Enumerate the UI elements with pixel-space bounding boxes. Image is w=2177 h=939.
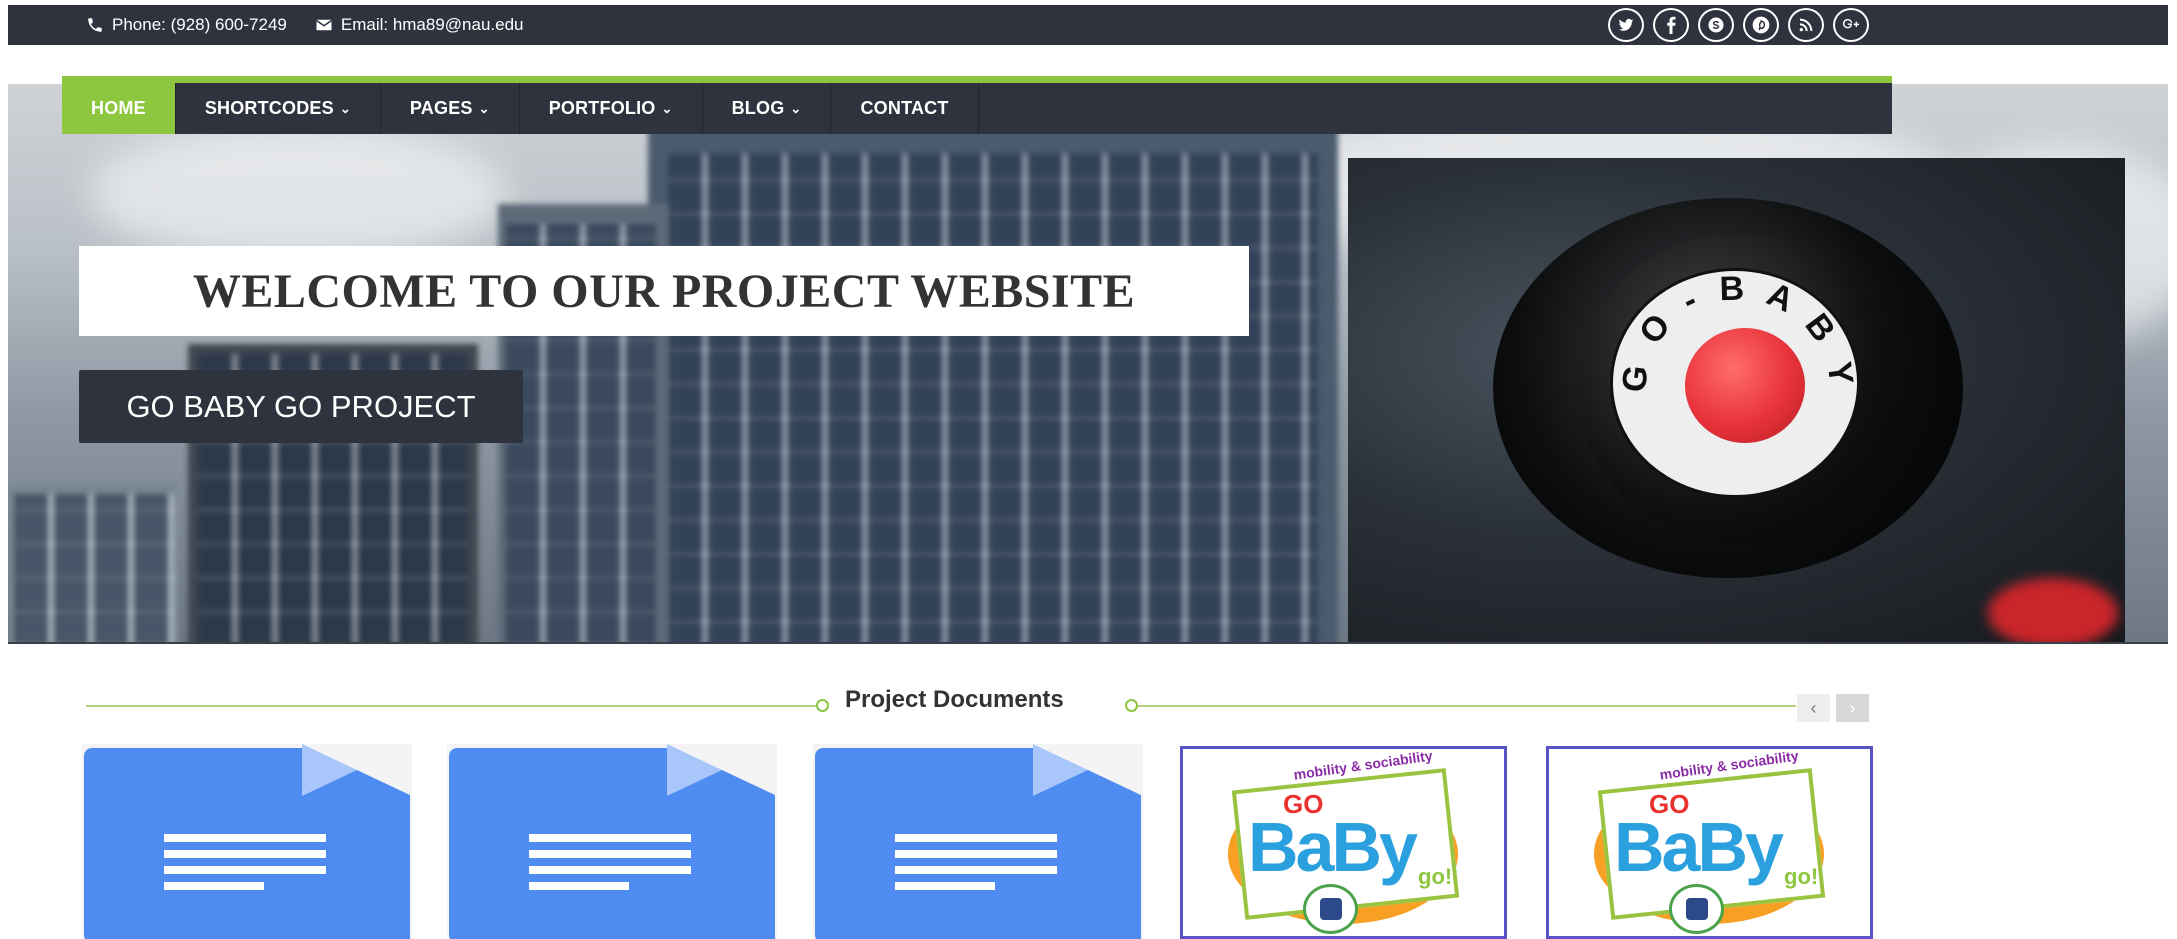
envelope-icon [315,19,332,31]
section-dot-right [1125,699,1138,712]
email-text[interactable]: Email: hma89@nau.edu [341,15,524,35]
phone-item: Phone: (928) 600-7249 [86,15,287,35]
building-main [648,114,1338,642]
logo-baby: BaBy [1248,808,1418,886]
skype-icon[interactable] [1698,8,1734,42]
nav-blog-label[interactable]: BLOG [732,98,785,119]
google-plus-icon[interactable] [1833,8,1869,42]
carousel-next-button[interactable]: › [1836,694,1869,722]
photo-red-blur [1988,578,2118,642]
google-doc-icon[interactable] [813,744,1143,939]
nav-blog[interactable]: BLOG ⌄ [703,83,832,134]
logo-baby: BaBy [1614,808,1784,886]
nav-contact-label[interactable]: CONTACT [860,98,948,119]
nav-pages-label[interactable]: PAGES [410,98,473,119]
logo-go-exclaim: go! [1784,864,1819,889]
nav-home[interactable]: HOME [62,83,176,134]
logo-go-exclaim: go! [1418,864,1453,889]
carousel-prev-button[interactable]: ‹ [1797,694,1830,722]
section-title: Project Documents [845,686,1064,713]
go-baby-go-logo[interactable]: mobility & sociability GO BaBy go! [1180,746,1507,939]
twitter-icon[interactable] [1608,8,1644,42]
facebook-icon[interactable] [1653,8,1689,42]
pinterest-icon[interactable] [1743,8,1779,42]
nav-pages[interactable]: PAGES ⌄ [381,83,520,134]
university-seal-icon [1669,884,1724,934]
building-far-left [8,484,178,642]
nav-shortcodes[interactable]: SHORTCODES ⌄ [176,83,381,134]
google-doc-icon[interactable] [447,744,777,939]
phone-icon [88,18,102,32]
email-item[interactable]: Email: hma89@nau.edu [315,15,524,35]
chevron-down-icon: ⌄ [339,100,351,116]
section-rule-right [1138,705,1796,707]
nav-shortcodes-label[interactable]: SHORTCODES [205,98,334,119]
hero-photo: G O - B A B Y - G O [1348,158,2125,642]
chevron-down-icon: ⌄ [661,100,673,116]
chevron-down-icon: ⌄ [790,100,802,116]
contact-info: Phone: (928) 600-7249 Email: hma89@nau.e… [86,5,552,45]
phone-text: Phone: (928) 600-7249 [112,15,287,34]
university-seal-icon [1303,884,1358,934]
top-bar: Phone: (928) 600-7249 Email: hma89@nau.e… [8,5,2168,45]
section-rule-left [86,705,818,707]
section-dot-left [816,699,829,712]
nav-contact[interactable]: CONTACT [831,83,979,134]
welcome-heading: WELCOME TO OUR PROJECT WEBSITE [79,246,1249,336]
google-doc-icon[interactable] [82,744,412,939]
nav-portfolio-label[interactable]: PORTFOLIO [549,98,656,119]
chevron-down-icon: ⌄ [478,100,490,116]
nav-home-label[interactable]: HOME [91,98,146,119]
photo-red-button [1685,328,1805,443]
nav-portfolio[interactable]: PORTFOLIO ⌄ [520,83,703,134]
cloud [88,124,508,264]
go-baby-go-button[interactable]: GO BABY GO PROJECT [79,370,523,443]
go-baby-go-logo[interactable]: mobility & sociability GO BaBy go! [1546,746,1873,939]
social-links [1608,8,1878,42]
rss-icon[interactable] [1788,8,1824,42]
main-nav: HOME SHORTCODES ⌄ PAGES ⌄ PORTFOLIO ⌄ BLOG ⌄… [62,76,1892,134]
